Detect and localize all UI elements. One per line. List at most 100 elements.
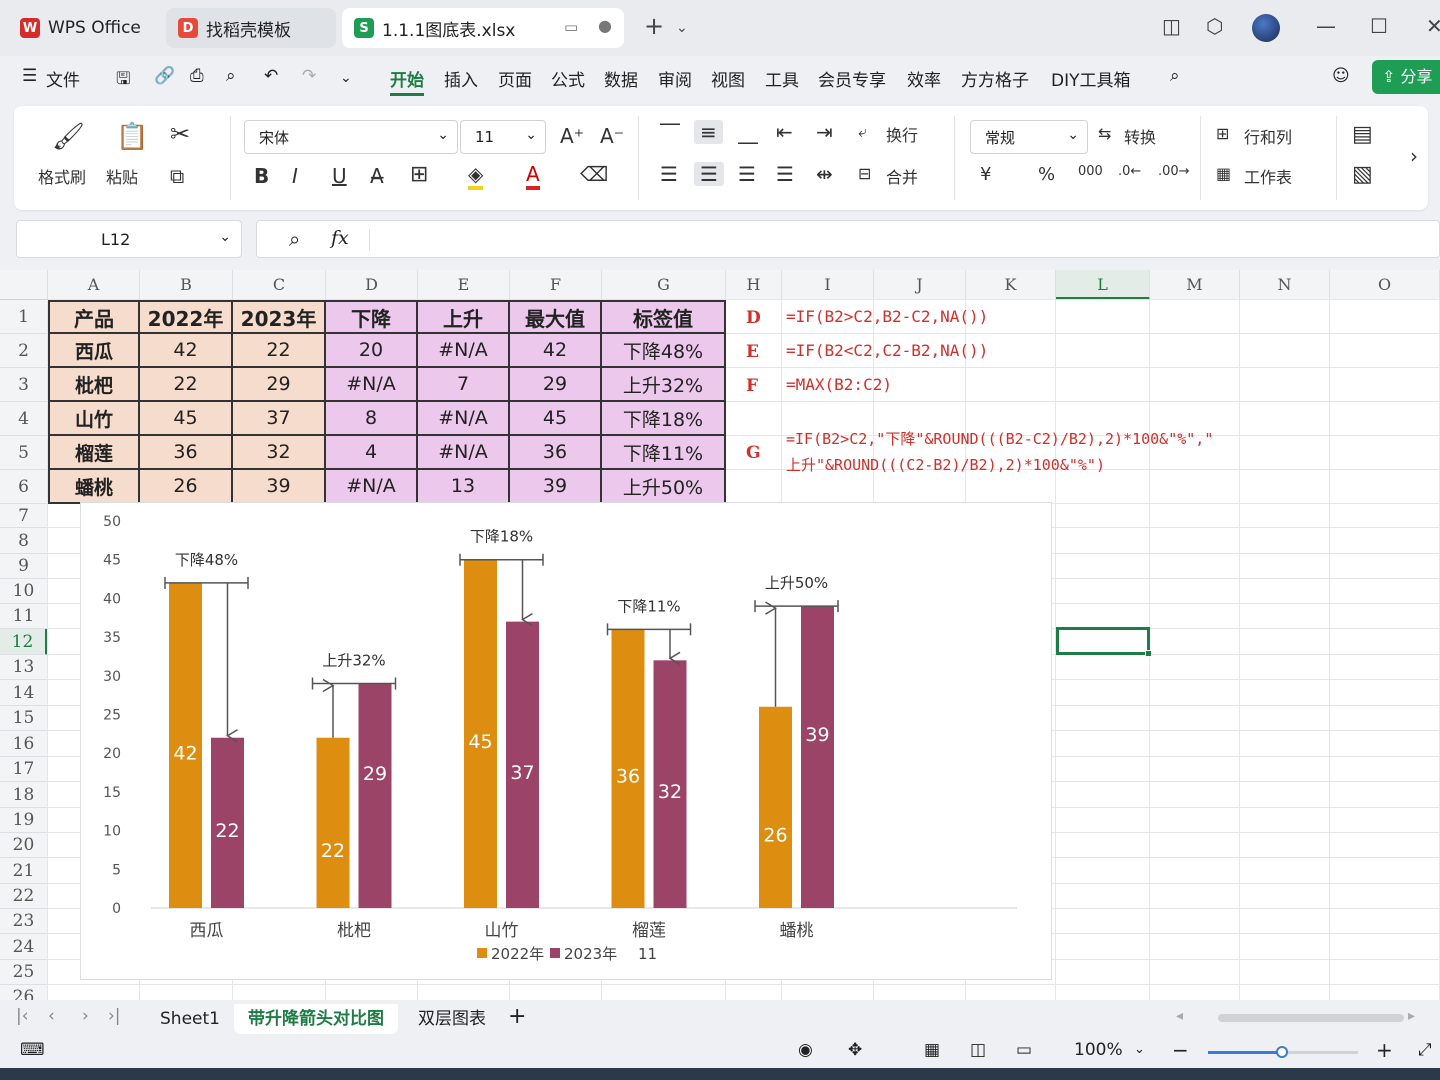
row-header[interactable]: 4 bbox=[0, 402, 48, 436]
table-cell[interactable]: 37 bbox=[233, 402, 326, 436]
table-cell[interactable]: 枇杷 bbox=[48, 368, 140, 402]
row-header[interactable]: 5 bbox=[0, 436, 48, 470]
menu-page[interactable]: 页面 bbox=[498, 66, 532, 91]
table-cell[interactable]: 42 bbox=[140, 334, 233, 368]
font-color-icon[interactable]: A bbox=[526, 162, 540, 190]
row-header[interactable]: 16 bbox=[0, 731, 48, 757]
menu-file[interactable]: 文件 bbox=[46, 66, 80, 91]
eye-protection-icon[interactable]: ◉ bbox=[798, 1040, 813, 1060]
column-header[interactable]: L bbox=[1056, 270, 1150, 300]
menu-fangfang[interactable]: 方方格子 bbox=[961, 66, 1029, 91]
table-header-cell[interactable]: 下降 bbox=[326, 300, 418, 334]
tab-workbook[interactable]: S 1.1.1图底表.xlsx ▭ ● bbox=[342, 8, 624, 48]
scroll-left-icon[interactable]: ◂ bbox=[1176, 1008, 1183, 1024]
column-header[interactable]: O bbox=[1330, 270, 1440, 300]
row-header[interactable]: 20 bbox=[0, 833, 48, 858]
number-format-select[interactable]: 常规 ⌄ bbox=[970, 120, 1088, 154]
close-icon[interactable]: ✕ bbox=[1426, 14, 1440, 38]
justify-icon[interactable]: ☰ bbox=[776, 162, 794, 186]
column-header[interactable]: N bbox=[1240, 270, 1330, 300]
tab-wps-office[interactable]: W WPS Office bbox=[8, 8, 160, 48]
macro-icon[interactable]: ⌨ bbox=[20, 1040, 45, 1060]
zoom-formula-icon[interactable]: ⌕ bbox=[289, 227, 300, 251]
strikethrough-icon[interactable]: A̶ bbox=[370, 164, 384, 188]
cell-style-icon[interactable]: ▤ bbox=[1352, 122, 1373, 147]
page-break-icon[interactable]: ▭ bbox=[1016, 1040, 1032, 1060]
underline-button[interactable]: U bbox=[332, 164, 347, 188]
rows-cols-icon[interactable]: ⊞ bbox=[1216, 124, 1229, 143]
next-sheet-icon[interactable]: › bbox=[82, 1006, 89, 1026]
wrap-button[interactable]: 换行 bbox=[886, 122, 918, 146]
align-bottom-icon[interactable]: ⎽ bbox=[738, 120, 758, 144]
column-header[interactable]: I bbox=[782, 270, 874, 300]
row-header[interactable]: 21 bbox=[0, 858, 48, 884]
row-header[interactable]: 23 bbox=[0, 909, 48, 934]
convert-button[interactable]: 转换 bbox=[1124, 124, 1156, 148]
last-sheet-icon[interactable]: ›| bbox=[108, 1006, 121, 1026]
sheet-tab-double-chart[interactable]: 双层图表 bbox=[404, 1004, 500, 1034]
menu-data[interactable]: 数据 bbox=[604, 66, 638, 91]
normal-view-icon[interactable]: ▦ bbox=[924, 1040, 940, 1060]
share-button[interactable]: ⇪ 分享 bbox=[1372, 60, 1440, 94]
more-chevron-icon[interactable]: ⌄ bbox=[340, 70, 352, 86]
add-sheet-button[interactable]: + bbox=[508, 1004, 526, 1029]
row-header[interactable]: 17 bbox=[0, 757, 48, 782]
row-header[interactable]: 25 bbox=[0, 960, 48, 985]
row-header[interactable]: 3 bbox=[0, 368, 48, 402]
zoom-slider[interactable] bbox=[1208, 1046, 1358, 1058]
column-header[interactable]: H bbox=[726, 270, 782, 300]
table-header-cell[interactable]: 上升 bbox=[418, 300, 510, 334]
chart[interactable]: 50 45 40 35 30 25 20 15 10 5 0 42 22 下降48% 西瓜 22 29 上升32%… bbox=[80, 502, 1052, 980]
ribbon-expand-icon[interactable]: › bbox=[1410, 144, 1418, 168]
table-header-cell[interactable]: 标签值 bbox=[602, 300, 726, 334]
border-icon[interactable]: ⊞ bbox=[410, 162, 428, 187]
wrap-icon[interactable]: ⤶ bbox=[858, 122, 867, 142]
search-icon[interactable]: ⌕ bbox=[1170, 66, 1180, 86]
table-cell[interactable]: 4 bbox=[326, 436, 418, 470]
zoom-dropdown-icon[interactable]: ⌄ bbox=[1134, 1042, 1145, 1057]
avatar[interactable] bbox=[1252, 14, 1280, 42]
selected-cell[interactable] bbox=[1056, 627, 1152, 657]
table-cell[interactable]: #N/A bbox=[418, 402, 510, 436]
format-painter-button[interactable]: 格式刷 bbox=[38, 164, 86, 188]
rows-cols-button[interactable]: 行和列 bbox=[1244, 124, 1292, 148]
table-cell[interactable]: 20 bbox=[326, 334, 418, 368]
link-icon[interactable]: 🔗 bbox=[154, 66, 175, 86]
distribute-icon[interactable]: ⇹ bbox=[816, 162, 833, 186]
indent-decrease-icon[interactable]: ⇤ bbox=[776, 120, 793, 144]
zoom-slider-thumb[interactable] bbox=[1276, 1046, 1288, 1058]
worksheet-icon[interactable]: ▦ bbox=[1216, 164, 1231, 183]
prev-sheet-icon[interactable]: ‹ bbox=[48, 1006, 55, 1026]
row-header[interactable]: 19 bbox=[0, 808, 48, 833]
convert-icon[interactable]: ⇆ bbox=[1098, 124, 1111, 143]
row-header[interactable]: 6 bbox=[0, 470, 48, 504]
row-header[interactable]: 12 bbox=[0, 629, 48, 655]
menu-start[interactable]: 开始 bbox=[390, 66, 424, 96]
save-icon[interactable]: 🖫 bbox=[116, 66, 130, 95]
table-cell[interactable]: 32 bbox=[233, 436, 326, 470]
format-painter-icon[interactable]: 🖌 bbox=[52, 122, 85, 152]
first-sheet-icon[interactable]: |‹ bbox=[16, 1006, 29, 1026]
minimize-icon[interactable]: — bbox=[1316, 14, 1336, 38]
row-header[interactable]: 14 bbox=[0, 680, 48, 706]
table-cell[interactable]: 榴莲 bbox=[48, 436, 140, 470]
table-header-cell[interactable]: 产品 bbox=[48, 300, 140, 334]
row-header[interactable]: 2 bbox=[0, 334, 48, 368]
table-cell[interactable]: 蟠桃 bbox=[48, 470, 140, 504]
formula-bar[interactable]: ⌕ fx bbox=[256, 220, 1440, 258]
percent-button[interactable]: % bbox=[1038, 164, 1055, 185]
table-cell[interactable]: 29 bbox=[233, 368, 326, 402]
fill-handle[interactable] bbox=[1145, 650, 1152, 657]
table-cell[interactable]: 36 bbox=[510, 436, 602, 470]
row-header[interactable]: 22 bbox=[0, 884, 48, 909]
decimal-increase-icon[interactable]: .0← bbox=[1118, 164, 1141, 179]
table-cell[interactable]: 西瓜 bbox=[48, 334, 140, 368]
print-icon[interactable]: ⎙ bbox=[190, 66, 204, 86]
row-header[interactable]: 10 bbox=[0, 579, 48, 604]
table-header-cell[interactable]: 2023年 bbox=[233, 300, 326, 334]
zoom-level[interactable]: 100% bbox=[1074, 1040, 1123, 1060]
new-tab-button[interactable]: + bbox=[644, 12, 664, 40]
menu-efficiency[interactable]: 效率 bbox=[907, 66, 941, 91]
zoom-out-button[interactable]: − bbox=[1172, 1038, 1189, 1062]
menu-member[interactable]: 会员专享 bbox=[818, 66, 886, 91]
